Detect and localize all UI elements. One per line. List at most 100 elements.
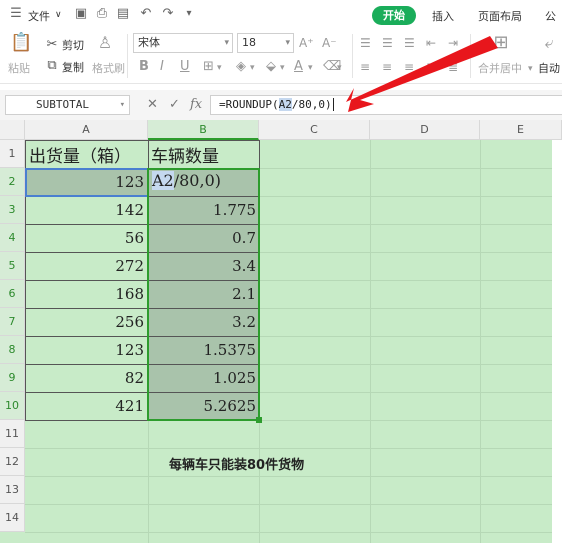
align-middle-icon[interactable]: ☰ (382, 34, 393, 52)
font-color-dropdown-icon[interactable]: ▾ (308, 59, 313, 77)
tab-start[interactable]: 开始 (372, 6, 416, 25)
row-header-4[interactable]: 4 (0, 224, 25, 252)
fill-color-dropdown-icon[interactable]: ▾ (250, 59, 255, 77)
copy-icon[interactable]: ⧉ (44, 57, 60, 75)
wrap-text-icon[interactable]: ⤶ (540, 34, 558, 52)
name-box[interactable]: SUBTOTAL ▾ (5, 95, 130, 115)
cut-icon[interactable]: ✂ (44, 36, 60, 54)
cell-b2-editor[interactable]: A2/80,0) (152, 171, 221, 190)
align-left-icon[interactable]: ≡ (360, 58, 370, 76)
row-header-13[interactable]: 13 (0, 476, 25, 504)
increase-font-icon[interactable]: A⁺ (299, 34, 314, 52)
fill-color-icon[interactable]: ◈ (236, 58, 246, 76)
distribute-icon[interactable]: ≣ (448, 58, 458, 76)
cell-a9[interactable]: 82 (25, 369, 144, 387)
save-icon[interactable]: ▣ (73, 6, 89, 22)
align-top-icon[interactable]: ☰ (360, 34, 371, 52)
format-painter-icon[interactable]: ♙ (96, 34, 114, 52)
font-color-icon[interactable]: A (294, 58, 303, 76)
font-size-select[interactable]: 18 ▾ (237, 33, 294, 53)
file-menu-chevron-icon[interactable]: ∨ (55, 10, 62, 20)
row-header-12[interactable]: 12 (0, 448, 25, 476)
print-preview-icon[interactable]: ▤ (115, 6, 131, 22)
decrease-font-icon[interactable]: A⁻ (322, 34, 337, 52)
tab-formulas[interactable]: 公 (545, 8, 556, 24)
column-header-a[interactable]: A (25, 120, 148, 140)
paste-icon[interactable]: 📋 (10, 34, 32, 52)
borders-icon[interactable]: ⊞ (203, 58, 214, 76)
merge-dropdown-icon[interactable]: ▾ (528, 60, 533, 78)
tab-insert[interactable]: 插入 (432, 8, 454, 24)
column-header-d[interactable]: D (370, 120, 480, 140)
row-header-9[interactable]: 9 (0, 364, 25, 392)
note-text[interactable]: 每辆车只能装80件货物 (169, 454, 304, 473)
indent-decrease-icon[interactable]: ⇤ (426, 34, 436, 52)
justify-icon[interactable]: ≣ (426, 58, 436, 76)
align-bottom-icon[interactable]: ☰ (404, 34, 415, 52)
vertical-scrollbar[interactable] (552, 140, 562, 543)
row-header-3[interactable]: 3 (0, 196, 25, 224)
wrap-text-label[interactable]: 自动 (538, 60, 560, 76)
highlight-icon[interactable]: ⬙ (266, 58, 276, 76)
align-center-icon[interactable]: ≡ (382, 58, 392, 76)
cell-a7[interactable]: 256 (25, 313, 144, 331)
cell-a8[interactable]: 123 (25, 341, 144, 359)
cell-a2[interactable]: 123 (25, 173, 144, 191)
row-header-14[interactable]: 14 (0, 504, 25, 532)
cell-b8[interactable]: 1.5375 (148, 341, 257, 359)
confirm-formula-icon[interactable]: ✓ (169, 97, 180, 113)
cell-a1[interactable]: 出货量（箱） (29, 142, 131, 167)
format-painter-label[interactable]: 格式刷 (92, 60, 125, 76)
formula-input[interactable]: =ROUNDUP(A2/80,0) (210, 95, 562, 115)
print-icon[interactable]: ⎙ (94, 6, 110, 22)
cell-a10[interactable]: 421 (25, 397, 144, 415)
row-header-7[interactable]: 7 (0, 308, 25, 336)
underline-icon[interactable]: U (180, 58, 190, 76)
insert-function-button[interactable]: fx (190, 97, 202, 113)
align-right-icon[interactable]: ≡ (404, 58, 414, 76)
column-header-c[interactable]: C (259, 120, 370, 140)
cell-b7[interactable]: 3.2 (148, 313, 256, 331)
redo-icon[interactable]: ↷ (160, 6, 176, 22)
undo-icon[interactable]: ↶ (138, 6, 154, 22)
column-header-b[interactable]: B (148, 120, 259, 140)
cell-b3[interactable]: 1.775 (148, 201, 256, 219)
cell-a3[interactable]: 142 (25, 201, 144, 219)
file-menu[interactable]: 文件 (28, 8, 50, 24)
row-header-1[interactable]: 1 (0, 140, 25, 168)
copy-button[interactable]: 复制 (62, 59, 84, 75)
cell-b1[interactable]: 车辆数量 (151, 142, 219, 167)
cell-a4[interactable]: 56 (25, 229, 144, 247)
italic-icon[interactable]: I (160, 58, 164, 76)
merge-center-label[interactable]: 合并居中 (478, 60, 522, 76)
spreadsheet-grid[interactable]: ABCDE 1 2 3 4 5 6 7 8 9 10 11 12 13 14 出货量（箱） 车辆数量 A2… (0, 120, 562, 543)
font-name-select[interactable]: 宋体 ▾ (133, 33, 233, 53)
clear-format-dropdown-icon[interactable]: ▾ (337, 59, 342, 77)
quick-access-dropdown-icon[interactable]: ▾ (181, 6, 197, 22)
tab-page-layout[interactable]: 页面布局 (478, 8, 522, 24)
row-header-6[interactable]: 6 (0, 280, 25, 308)
paste-label[interactable]: 粘贴 (8, 60, 30, 76)
row-header-2[interactable]: 2 (0, 168, 25, 196)
bold-icon[interactable]: B (139, 58, 149, 76)
cancel-formula-icon[interactable]: ✕ (147, 97, 158, 113)
row-header-5[interactable]: 5 (0, 252, 25, 280)
hamburger-menu-icon[interactable]: ☰ (8, 6, 24, 22)
column-header-e[interactable]: E (480, 120, 562, 140)
row-header-10[interactable]: 10 (0, 392, 25, 420)
row-header-8[interactable]: 8 (0, 336, 25, 364)
cell-b4[interactable]: 0.7 (148, 229, 256, 247)
cut-button[interactable]: 剪切 (62, 37, 84, 53)
cell-b5[interactable]: 3.4 (148, 257, 256, 275)
indent-increase-icon[interactable]: ⇥ (448, 34, 458, 52)
row-header-11[interactable]: 11 (0, 420, 25, 448)
cell-b9[interactable]: 1.025 (148, 369, 256, 387)
cell-a5[interactable]: 272 (25, 257, 144, 275)
cell-b10[interactable]: 5.2625 (148, 397, 257, 415)
select-all-corner[interactable] (0, 120, 25, 140)
highlight-dropdown-icon[interactable]: ▾ (280, 59, 285, 77)
borders-dropdown-icon[interactable]: ▾ (217, 59, 222, 77)
cell-a6[interactable]: 168 (25, 285, 144, 303)
cell-b6[interactable]: 2.1 (148, 285, 256, 303)
merge-cells-icon[interactable]: ⊞ (490, 34, 512, 52)
